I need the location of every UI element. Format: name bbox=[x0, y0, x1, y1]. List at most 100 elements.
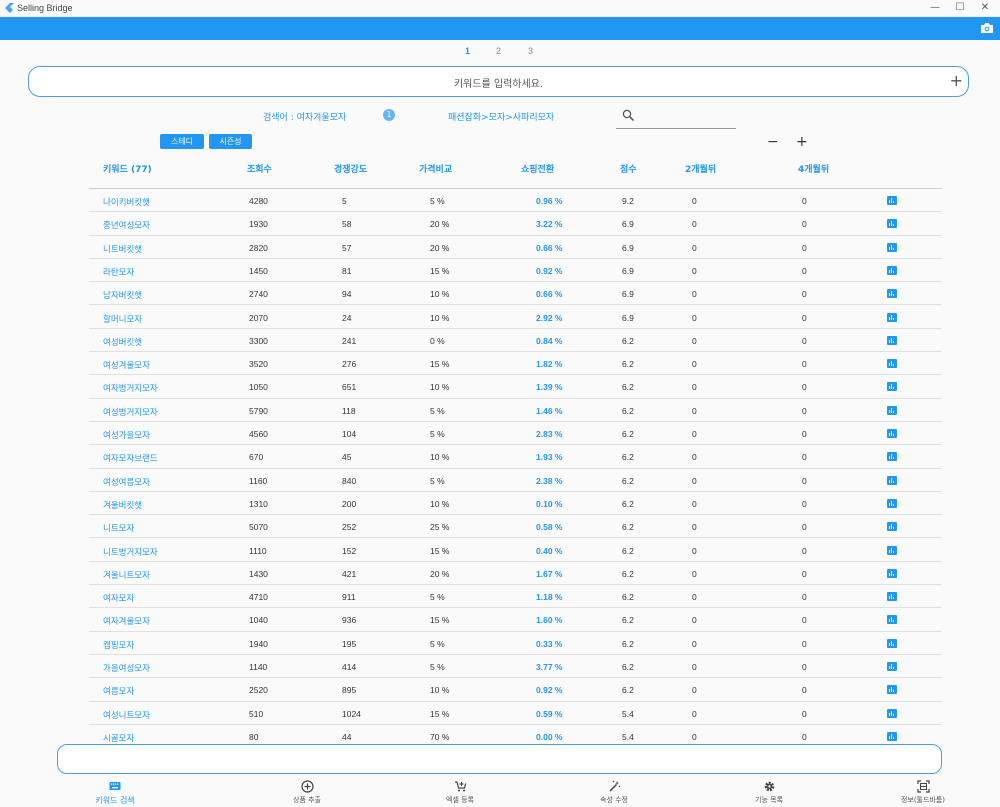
table-row[interactable]: 여자겨울모자 1040 936 15 % 1.60 % 6.2 0 0 bbox=[0, 608, 1000, 632]
cell-keyword[interactable]: 여자모자 bbox=[103, 592, 134, 604]
table-row[interactable]: 시골모자 80 44 70 % 0.00 % 5.4 0 0 bbox=[0, 725, 1000, 744]
header-4-months[interactable]: 4개월뒤 bbox=[798, 162, 829, 175]
table-row[interactable]: 겨울버킷햇 1310 200 10 % 0.10 % 6.2 0 0 bbox=[0, 492, 1000, 516]
cell-keyword[interactable]: 겨울버킷햇 bbox=[103, 499, 142, 511]
table-row[interactable]: 여성니트모자 510 1024 15 % 0.59 % 5.4 0 0 bbox=[0, 702, 1000, 725]
table-row[interactable]: 남자버킷햇 2740 94 10 % 0.66 % 6.9 0 0 bbox=[0, 282, 1000, 306]
nav-feature-list[interactable]: 기능 목록 bbox=[709, 777, 829, 807]
header-competition[interactable]: 경쟁강도 bbox=[334, 162, 367, 175]
nav-keyword-search[interactable]: 키워드 검색 bbox=[55, 777, 175, 807]
bar-chart-icon[interactable] bbox=[887, 545, 897, 555]
bar-chart-icon[interactable] bbox=[887, 498, 897, 508]
header-score[interactable]: 점수 bbox=[620, 162, 637, 175]
bottom-input-box[interactable] bbox=[57, 744, 942, 774]
cell-keyword[interactable]: 여성벙거지모자 bbox=[103, 406, 158, 418]
cell-keyword[interactable]: 할머니모자 bbox=[103, 313, 142, 325]
table-row[interactable]: 니트벙거지모자 1110 152 15 % 0.40 % 6.2 0 0 bbox=[0, 539, 1000, 562]
header-keyword[interactable]: 키워드 (77) bbox=[103, 162, 152, 175]
table-row[interactable]: 여성여름모자 1160 840 5 % 2.38 % 6.2 0 0 bbox=[0, 469, 1000, 492]
nav-product-extract[interactable]: 상품 추출 bbox=[247, 777, 367, 807]
bar-chart-icon[interactable] bbox=[887, 382, 897, 392]
bar-chart-icon[interactable] bbox=[887, 405, 897, 415]
table-row[interactable]: 니트버킷햇 2820 57 20 % 0.66 % 6.9 0 0 bbox=[0, 236, 1000, 259]
cell-keyword[interactable]: 니트벙거지모자 bbox=[103, 546, 158, 558]
table-row[interactable]: 겨울니트모자 1430 421 20 % 1.67 % 6.2 0 0 bbox=[0, 562, 1000, 586]
cell-keyword[interactable]: 나이키버킷햇 bbox=[103, 196, 150, 208]
cell-keyword[interactable]: 니트모자 bbox=[103, 522, 134, 534]
bar-chart-icon[interactable] bbox=[887, 708, 897, 718]
add-keyword-button[interactable]: + bbox=[950, 72, 963, 90]
bar-chart-icon[interactable] bbox=[887, 265, 897, 275]
table-row[interactable]: 할머니모자 2070 24 10 % 2.92 % 6.9 0 0 bbox=[0, 306, 1000, 329]
bar-chart-icon[interactable] bbox=[887, 196, 897, 205]
table-row[interactable]: 라탄모자 1450 81 15 % 0.92 % 6.9 0 0 bbox=[0, 259, 1000, 283]
bar-chart-icon[interactable] bbox=[887, 522, 897, 532]
bar-chart-icon[interactable] bbox=[887, 731, 897, 741]
cell-keyword[interactable]: 여자벙거지모자 bbox=[103, 382, 158, 394]
cell-keyword[interactable]: 여성가을모자 bbox=[103, 429, 150, 441]
camera-icon[interactable] bbox=[980, 22, 994, 34]
table-row[interactable]: 여자모자 4710 911 5 % 1.18 % 6.2 0 0 bbox=[0, 585, 1000, 609]
table-row[interactable]: 여자모자브랜드 670 45 10 % 1.93 % 6.2 0 0 bbox=[0, 445, 1000, 469]
bar-chart-icon[interactable] bbox=[887, 475, 897, 485]
bar-chart-icon[interactable] bbox=[887, 219, 897, 229]
cell-keyword[interactable]: 중년여성모자 bbox=[103, 219, 150, 231]
bar-chart-icon[interactable] bbox=[887, 242, 897, 252]
cell-keyword[interactable]: 니트버킷햇 bbox=[103, 243, 142, 255]
table-row[interactable]: 여름모자 2520 895 10 % 0.92 % 6.2 0 0 bbox=[0, 678, 1000, 702]
bar-chart-icon[interactable] bbox=[887, 662, 897, 671]
cell-keyword[interactable]: 여성니트모자 bbox=[103, 709, 150, 721]
nav-info[interactable]: 정보(툴드바툼) bbox=[863, 777, 983, 807]
header-2-months[interactable]: 2개월뒤 bbox=[685, 162, 716, 175]
table-row[interactable]: 중년여성모자 1930 58 20 % 3.22 % 6.9 0 0 bbox=[0, 212, 1000, 236]
maximize-button[interactable]: ☐ bbox=[953, 1, 967, 15]
zoom-out-button[interactable]: − bbox=[767, 135, 779, 149]
bar-chart-icon[interactable] bbox=[887, 685, 897, 695]
bar-chart-icon[interactable] bbox=[887, 615, 897, 625]
steady-button[interactable]: 스테디 bbox=[160, 134, 204, 149]
keyword-input[interactable]: 키워드를 입력하세요. + bbox=[28, 66, 969, 97]
bar-chart-icon[interactable] bbox=[887, 312, 897, 322]
cell-keyword[interactable]: 가을여성모자 bbox=[103, 662, 150, 674]
table-row[interactable]: 가을여성모자 1140 414 5 % 3.77 % 6.2 0 0 bbox=[0, 655, 1000, 679]
nav-attribute-edit[interactable]: 속성 수정 bbox=[554, 777, 674, 807]
cell-keyword[interactable]: 여성버킷햇 bbox=[103, 336, 142, 348]
page-1[interactable]: 1 bbox=[465, 46, 470, 56]
bar-chart-icon[interactable] bbox=[887, 568, 897, 578]
header-views[interactable]: 조회수 bbox=[247, 162, 272, 175]
cell-keyword[interactable]: 여성여름모자 bbox=[103, 476, 150, 488]
table-row[interactable]: 여성가을모자 4560 104 5 % 2.83 % 6.2 0 0 bbox=[0, 422, 1000, 446]
table-row[interactable]: 캠핑모자 1940 195 5 % 0.33 % 6.2 0 0 bbox=[0, 632, 1000, 655]
page-2[interactable]: 2 bbox=[496, 46, 501, 56]
seasonal-button[interactable]: 시즌성 bbox=[209, 134, 252, 149]
bar-chart-icon[interactable] bbox=[887, 592, 897, 602]
cell-keyword[interactable]: 여자겨울모자 bbox=[103, 615, 150, 627]
cell-keyword[interactable]: 라탄모자 bbox=[103, 266, 134, 278]
bar-chart-icon[interactable] bbox=[887, 335, 897, 345]
table-row[interactable]: 나이키버킷햇 4280 5 5 % 0.96 % 9.2 0 0 bbox=[0, 189, 1000, 213]
cell-keyword[interactable]: 캠핑모자 bbox=[103, 639, 134, 651]
bar-chart-icon[interactable] bbox=[887, 359, 897, 369]
zoom-in-button[interactable]: + bbox=[796, 135, 808, 149]
page-3[interactable]: 3 bbox=[528, 46, 533, 56]
cell-keyword[interactable]: 겨울니트모자 bbox=[103, 569, 150, 581]
header-price-compare[interactable]: 가격비교 bbox=[419, 162, 452, 175]
close-button[interactable]: ✕ bbox=[978, 1, 992, 15]
header-shopping-conversion[interactable]: 쇼핑전환 bbox=[521, 162, 554, 175]
table-row[interactable]: 여성버킷햇 3300 241 0 % 0.84 % 6.2 0 0 bbox=[0, 329, 1000, 353]
filter-search-field[interactable] bbox=[616, 108, 736, 129]
table-row[interactable]: 여성겨울모자 3520 276 15 % 1.82 % 6.2 0 0 bbox=[0, 352, 1000, 376]
cell-keyword[interactable]: 여름모자 bbox=[103, 685, 134, 697]
bar-chart-icon[interactable] bbox=[887, 429, 897, 438]
bar-chart-icon[interactable] bbox=[887, 289, 897, 299]
nav-excel-register[interactable]: 엑셀 등록 bbox=[400, 777, 520, 807]
bar-chart-icon[interactable] bbox=[887, 638, 897, 648]
minimize-button[interactable]: — bbox=[928, 1, 942, 15]
cell-keyword[interactable]: 여자모자브랜드 bbox=[103, 452, 158, 464]
cell-keyword[interactable]: 남자버킷햇 bbox=[103, 289, 142, 301]
table-row[interactable]: 니트모자 5070 252 25 % 0.58 % 6.2 0 0 bbox=[0, 515, 1000, 539]
table-row[interactable]: 여성벙거지모자 5790 118 5 % 1.46 % 6.2 0 0 bbox=[0, 399, 1000, 422]
cell-keyword[interactable]: 시골모자 bbox=[103, 732, 134, 744]
cell-keyword[interactable]: 여성겨울모자 bbox=[103, 359, 150, 371]
table-row[interactable]: 여자벙거지모자 1050 651 10 % 1.39 % 6.2 0 0 bbox=[0, 375, 1000, 399]
